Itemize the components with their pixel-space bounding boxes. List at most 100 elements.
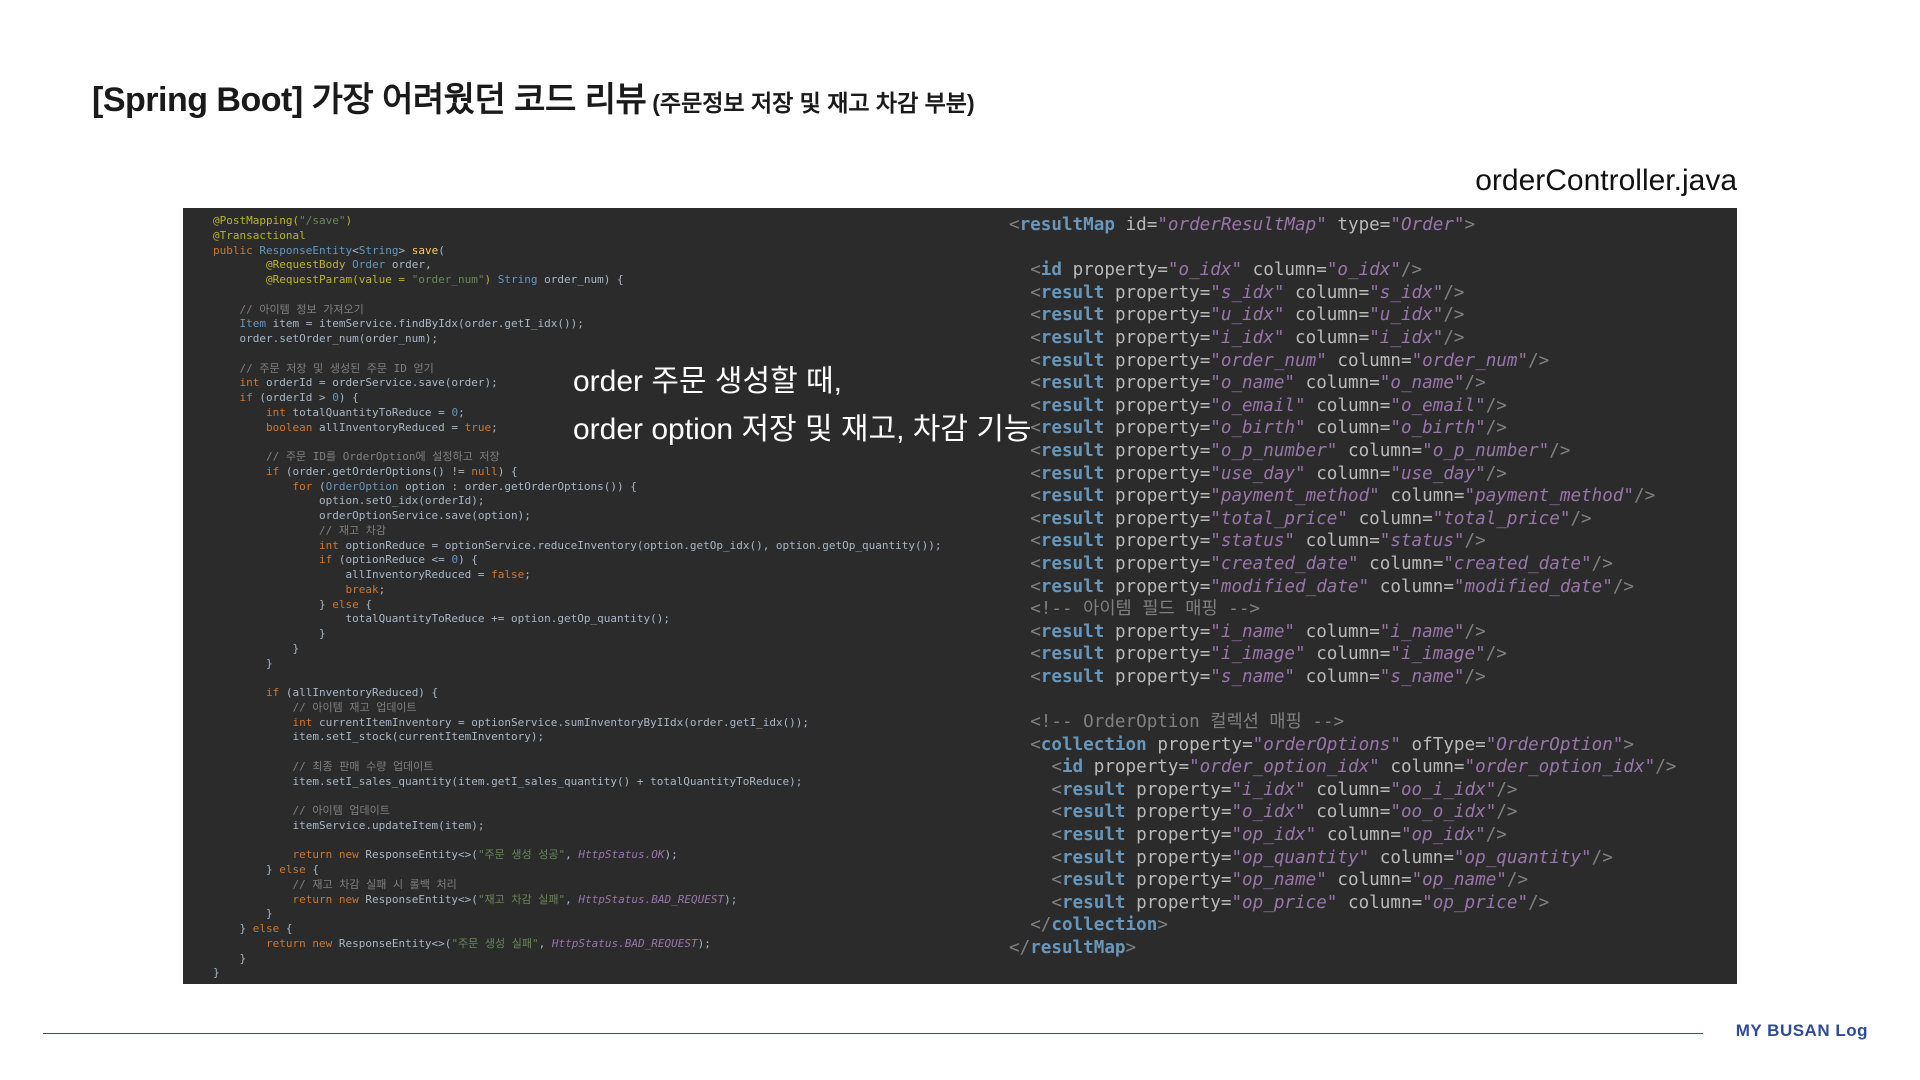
java-code-line <box>213 789 942 804</box>
xml-token: column <box>1305 373 1370 394</box>
xml-token: = <box>1390 825 1401 846</box>
xml-token: column <box>1305 531 1370 552</box>
xml-token: column <box>1347 440 1412 461</box>
xml-token: = <box>1220 825 1232 846</box>
xml-token: < <box>1051 757 1062 778</box>
java-code-line: if (optionReduce <= 0) { <box>213 553 942 568</box>
xml-token: = <box>1369 531 1380 552</box>
xml-token: = <box>1199 327 1211 348</box>
code-token: if <box>265 686 286 699</box>
java-code-line: } <box>213 657 942 672</box>
code-token: ( <box>438 243 445 257</box>
xml-token: = <box>1379 395 1391 416</box>
xml-token: = <box>1400 350 1412 371</box>
xml-token: "o_name" <box>1210 373 1296 394</box>
code-token: item = itemService.findByIdx(order.getI_… <box>272 317 584 331</box>
xml-token: result <box>1061 825 1126 846</box>
code-token: "/save" <box>299 214 346 227</box>
xml-token: column <box>1379 576 1444 597</box>
java-code-line: } <box>213 952 942 967</box>
xml-code-line: <result property="total_price" column="t… <box>1009 508 1676 531</box>
xml-token: column <box>1316 395 1380 416</box>
xml-token: "o_name" <box>1379 373 1465 394</box>
xml-token: /> <box>1443 305 1465 326</box>
xml-token: < <box>1030 621 1041 642</box>
xml-token: "s_name" <box>1379 666 1465 687</box>
xml-token: result <box>1040 531 1105 552</box>
xml-token: "oo_i_idx" <box>1390 779 1497 800</box>
code-token: (optionReduce <= <box>338 553 452 567</box>
xml-token: result <box>1061 892 1126 913</box>
xml-token: property <box>1114 486 1200 507</box>
xml-token: = <box>1199 373 1211 394</box>
xml-token: > <box>1464 215 1476 235</box>
xml-token: /> <box>1528 350 1550 371</box>
code-token: } <box>213 922 253 935</box>
xml-token: "order_option_idx" <box>1189 757 1380 778</box>
code-token: "order_num" <box>411 273 485 286</box>
xml-token: result <box>1040 463 1105 484</box>
xml-token: result <box>1061 779 1126 800</box>
xml-token: = <box>1199 644 1211 665</box>
xml-token: column <box>1316 418 1380 439</box>
xml-token: property <box>1136 870 1221 891</box>
xml-token: < <box>1030 666 1041 687</box>
xml-token: < <box>1030 305 1041 326</box>
xml-token: > <box>1125 938 1137 958</box>
code-token: ) <box>345 214 353 227</box>
code-token: ) { <box>497 464 518 478</box>
xml-token: < <box>1030 327 1041 348</box>
xml-token: column <box>1252 260 1317 281</box>
code-screenshot-panel: @PostMapping("/save") @Transactional publi… <box>183 208 1737 984</box>
xml-token: "o_birth" <box>1390 418 1486 439</box>
xml-token: "i_image" <box>1210 644 1306 665</box>
code-token: , <box>565 848 579 862</box>
xml-code-line: <result property="o_birth" column="o_bir… <box>1009 417 1676 440</box>
code-token: OrderOption <box>325 479 406 493</box>
xml-token: column <box>1390 757 1454 778</box>
code-token: break <box>345 582 379 596</box>
java-code-line: // 재고 차감 실패 시 롤백 처리 <box>213 878 942 893</box>
java-code-line: orderOptionService.save(option); <box>213 509 942 524</box>
java-code-line: for (OrderOption option : order.getOrder… <box>213 480 942 495</box>
code-token: , <box>565 892 579 906</box>
java-code-line: break; <box>213 583 942 598</box>
java-code-line: if (order.getOrderOptions() != null) { <box>213 465 942 480</box>
xml-token: ofType <box>1411 734 1476 755</box>
xml-token: /> <box>1591 553 1613 574</box>
java-code-line <box>213 288 942 303</box>
xml-token: property <box>1136 847 1221 868</box>
java-code-line <box>213 834 942 849</box>
xml-token: = <box>1199 350 1211 371</box>
xml-token: id <box>1061 757 1084 778</box>
xml-token: property <box>1114 282 1200 303</box>
xml-token: column <box>1295 327 1359 348</box>
xml-token: = <box>1379 779 1391 800</box>
xml-code-line: <collection property="orderOptions" ofTy… <box>1009 734 1676 757</box>
xml-token: < <box>1030 418 1041 439</box>
code-token: < <box>352 243 359 257</box>
xml-token: = <box>1316 260 1327 281</box>
xml-token: result <box>1040 373 1105 394</box>
xml-token: column <box>1348 892 1412 913</box>
xml-token: /> <box>1485 418 1507 439</box>
xml-token: type <box>1337 215 1380 235</box>
code-token: String <box>358 243 399 257</box>
xml-token: = <box>1199 486 1211 507</box>
xml-token: property <box>1114 508 1200 529</box>
xml-token: = <box>1220 870 1232 891</box>
xml-token: resultMap <box>1030 938 1126 958</box>
xml-token: property <box>1114 440 1200 461</box>
xml-token: result <box>1040 282 1105 303</box>
code-token: "주문 생성 실패" <box>451 936 539 950</box>
xml-token: column <box>1316 779 1380 800</box>
xml-token: = <box>1157 260 1168 281</box>
code-token: ); <box>664 848 678 862</box>
java-code-line: Item item = itemService.findByIdx(order.… <box>213 317 942 332</box>
